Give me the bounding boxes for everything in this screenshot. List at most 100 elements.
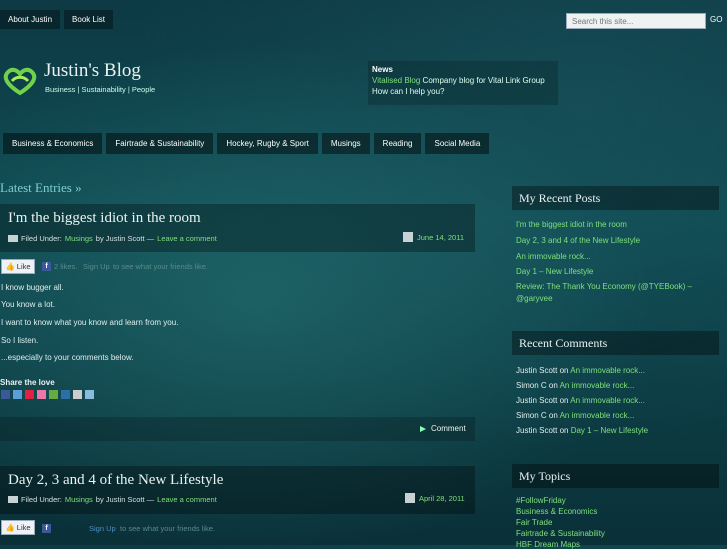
comment-post-link[interactable]: An immovable rock... xyxy=(570,396,645,405)
comment-author: Simon C xyxy=(516,411,547,420)
delicious-share-icon[interactable] xyxy=(37,390,46,399)
signup-text: to see what your friends like. xyxy=(120,524,216,533)
signup-link[interactable]: Sign Up xyxy=(89,524,116,533)
comment-post-link[interactable]: An immovable rock... xyxy=(560,381,635,390)
cat-hockey-rugby-sport[interactable]: Hockey, Rugby & Sport xyxy=(217,133,318,154)
post-title[interactable]: Day 2, 3 and 4 of the New Lifestyle xyxy=(8,472,223,489)
recent-comment-item: Justin Scott on Day 1 – New Lifestyle xyxy=(516,426,648,435)
like-label: Like xyxy=(16,262,31,271)
post-paragraph: ...especially to your comments below. xyxy=(1,353,134,362)
category-link[interactable]: Musings xyxy=(65,234,93,243)
digg-share-icon[interactable] xyxy=(25,390,34,399)
likes-count: 2 likes. xyxy=(54,262,78,271)
facebook-like-button[interactable]: 👍 Like xyxy=(1,259,35,274)
post-paragraph: I know bugger all. xyxy=(1,283,64,292)
comment-on: on xyxy=(557,396,571,405)
facebook-icon: f xyxy=(42,524,51,533)
recent-post-link[interactable]: Review: The Thank You Economy (@TYEBook)… xyxy=(516,282,692,291)
topic-link[interactable]: Business & Economics xyxy=(516,507,597,516)
topic-link[interactable]: Fairtrade & Sustainability xyxy=(516,529,605,538)
recent-comment-item: Simon C on An immovable rock... xyxy=(516,381,634,390)
reddit-share-icon[interactable] xyxy=(61,390,70,399)
heart-logo-icon[interactable] xyxy=(2,66,38,96)
search-input[interactable] xyxy=(566,13,706,29)
leave-comment-link[interactable]: Leave a comment xyxy=(157,234,217,243)
news-box: News Vitalised Blog Company blog for Vit… xyxy=(368,61,558,105)
recent-post-link[interactable]: An immovable rock... xyxy=(516,252,591,261)
comment-author: Justin Scott xyxy=(516,426,558,435)
post-date: April 28, 2011 xyxy=(405,493,465,503)
recent-comment-item: Justin Scott on An immovable rock... xyxy=(516,366,645,375)
author-label: by Justin Scott — xyxy=(95,234,155,243)
email-share-icon[interactable] xyxy=(73,390,82,399)
post-meta: Filed Under: Musings by Justin Scott — L… xyxy=(8,495,217,504)
print-share-icon[interactable] xyxy=(85,390,94,399)
recent-post-link[interactable]: Day 2, 3 and 4 of the New Lifestyle xyxy=(516,236,640,245)
top-nav: About Justin Book List xyxy=(0,10,113,29)
recent-post-link[interactable]: I'm the biggest idiot in the room xyxy=(516,220,627,229)
filed-under-label: Filed Under: xyxy=(21,495,62,504)
comment-on: on xyxy=(557,426,571,435)
leave-comment-link[interactable]: Leave a comment xyxy=(157,495,217,504)
vitalised-blog-link[interactable]: Vitalised Blog xyxy=(372,76,420,85)
cat-fairtrade-sustainability[interactable]: Fairtrade & Sustainability xyxy=(106,133,214,154)
stumbleupon-share-icon[interactable] xyxy=(49,390,58,399)
post-paragraph: I want to know what you know and learn f… xyxy=(1,318,179,327)
post-date-text: June 14, 2011 xyxy=(417,232,464,242)
comment-label: Comment xyxy=(431,424,466,433)
comment-post-link[interactable]: Day 1 – New Lifestyle xyxy=(571,426,648,435)
facebook-like-button[interactable]: 👍 Like xyxy=(1,520,35,535)
site-tagline: Business | Sustainability | People xyxy=(45,85,156,94)
cat-musings[interactable]: Musings xyxy=(321,133,370,154)
recent-comment-item: Justin Scott on An immovable rock... xyxy=(516,396,645,405)
post-paragraph: You know a lot. xyxy=(1,300,55,309)
comment-post-link[interactable]: An immovable rock... xyxy=(560,411,635,420)
post-date-text: April 28, 2011 xyxy=(419,493,465,503)
site-title[interactable]: Justin's Blog xyxy=(44,60,141,82)
cat-reading[interactable]: Reading xyxy=(373,133,422,154)
arrow-right-icon xyxy=(420,425,426,432)
recent-post-link[interactable]: Day 1 – New Lifestyle xyxy=(516,267,593,276)
comment-author: Justin Scott xyxy=(516,396,558,405)
recent-comments-title: Recent Comments xyxy=(519,336,608,350)
comment-author: Simon C xyxy=(516,381,547,390)
nav-about-justin[interactable]: About Justin xyxy=(0,10,61,29)
comment-button[interactable]: Comment xyxy=(420,424,466,433)
category-link[interactable]: Musings xyxy=(65,495,93,504)
comment-bar xyxy=(0,417,475,441)
topic-link[interactable]: #FollowFriday xyxy=(516,496,566,505)
comment-on: on xyxy=(546,381,560,390)
news-line: Vitalised Blog Company blog for Vital Li… xyxy=(372,76,554,85)
post-title[interactable]: I'm the biggest idiot in the room xyxy=(8,210,201,227)
signup-text: to see what your friends like. xyxy=(113,262,209,271)
recent-posts-title: My Recent Posts xyxy=(519,191,601,205)
news-help-link[interactable]: How can I help you? xyxy=(372,87,554,96)
comment-on: on xyxy=(557,366,571,375)
search-go-button[interactable]: GO xyxy=(710,15,722,24)
share-icons xyxy=(1,390,94,399)
facebook-share-icon[interactable] xyxy=(1,390,10,399)
comment-on: on xyxy=(546,411,560,420)
calendar-icon xyxy=(405,493,415,503)
signup-link[interactable]: Sign Up xyxy=(83,262,110,271)
news-heading: News xyxy=(372,65,393,74)
cat-social-media[interactable]: Social Media xyxy=(425,133,490,154)
recent-post-link-continued[interactable]: @garyvee xyxy=(516,294,553,303)
folder-icon xyxy=(8,235,18,242)
post-date: June 14, 2011 xyxy=(403,232,464,242)
comment-post-link[interactable]: An immovable rock... xyxy=(570,366,645,375)
thumbs-up-icon: 👍 xyxy=(5,262,15,271)
nav-book-list[interactable]: Book List xyxy=(64,10,113,29)
folder-icon xyxy=(8,496,18,503)
cat-business-economics[interactable]: Business & Economics xyxy=(3,133,103,154)
twitter-share-icon[interactable] xyxy=(13,390,22,399)
post-paragraph: So I listen. xyxy=(1,336,39,345)
facebook-icon: f xyxy=(42,262,51,271)
latest-entries-heading: Latest Entries » xyxy=(0,180,82,195)
topic-link[interactable]: Fair Trade xyxy=(516,518,552,527)
comment-author: Justin Scott xyxy=(516,366,558,375)
thumbs-up-icon: 👍 xyxy=(5,523,15,532)
news-text: Company blog for Vital Link Group xyxy=(420,76,545,85)
topics-title: My Topics xyxy=(519,469,571,483)
calendar-icon xyxy=(403,232,413,242)
